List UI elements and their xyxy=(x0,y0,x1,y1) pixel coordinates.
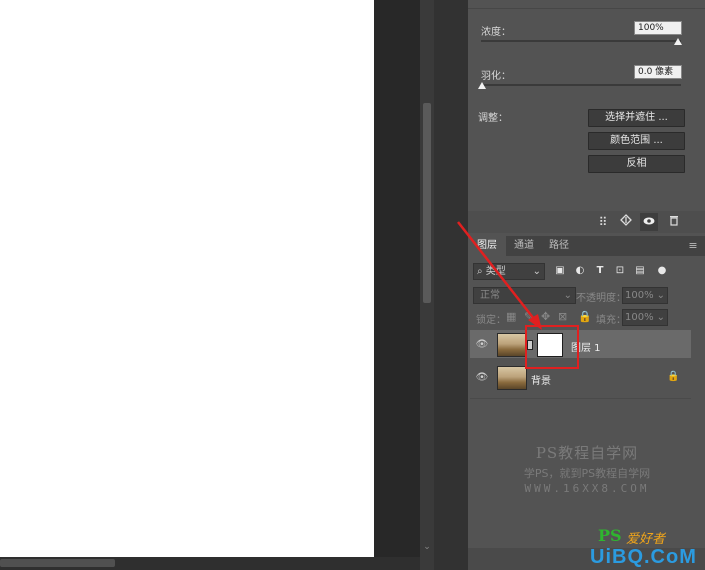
annotation-box xyxy=(525,325,579,369)
annotation-arrow xyxy=(457,221,542,330)
